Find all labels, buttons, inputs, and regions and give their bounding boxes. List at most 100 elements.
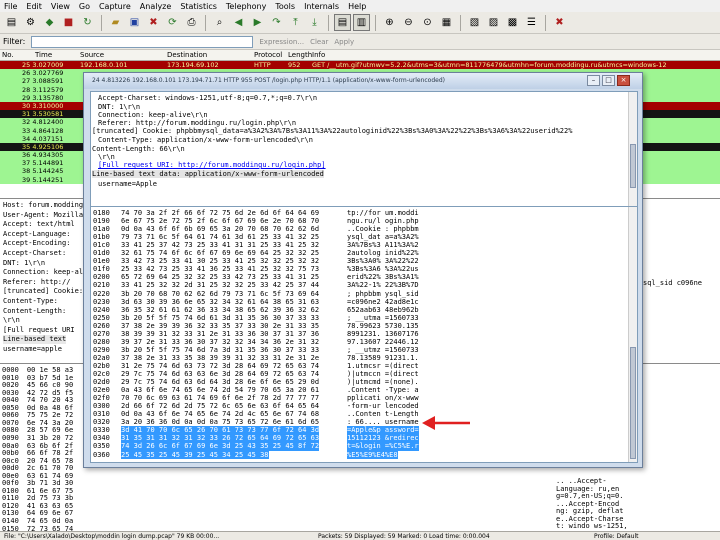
byte-hex[interactable]: 0a 43 6f 6e 74 65 6e 74 2d 54 79 70 65 3… [121, 386, 319, 394]
byte-hex[interactable]: 31 2e 75 74 6d 63 73 72 3d 28 64 69 72 6… [121, 362, 319, 370]
help-icon[interactable]: ✖ [551, 14, 568, 31]
tree-line[interactable]: [Full request URI: http://forum.moddingu… [98, 161, 326, 169]
detail-line[interactable]: Line-based text [3, 335, 67, 345]
tree-vertical-scrollbar[interactable] [628, 92, 637, 214]
byte-hex[interactable]: 79 73 71 6c 5f 64 61 74 61 3d 61 25 33 4… [121, 233, 319, 241]
detail-line[interactable]: username=apple [3, 345, 62, 354]
byte-ascii[interactable]: %E5%E9%E4%E8 [347, 450, 398, 459]
maximize-icon[interactable]: □ [602, 75, 615, 86]
byte-hex[interactable]: 32 61 75 74 6f 6c 6f 67 69 6e 69 64 25 3… [121, 249, 319, 257]
menu-item[interactable]: Tools [275, 2, 295, 11]
byte-hex[interactable]: 36 35 32 61 61 62 36 33 34 38 65 62 39 3… [121, 306, 319, 314]
close-file-icon[interactable]: ✖ [145, 14, 162, 31]
byte-hex[interactable]: 29 7c 75 74 6d 63 63 6e 3d 28 64 69 72 6… [121, 370, 319, 378]
tree-line[interactable]: username=Apple [98, 180, 157, 188]
byte-ascii[interactable]: ysql_dat a=a%3A2% [347, 233, 419, 241]
tree-line[interactable]: Line-based text data: application/x-www-… [92, 170, 324, 179]
byte-hex[interactable]: 6e 67 75 2e 72 75 2f 6c 6f 67 69 6e 2e 7… [121, 217, 319, 225]
byte-ascii[interactable]: -form-ur lencoded [347, 402, 419, 410]
scrollbar-thumb[interactable] [630, 347, 636, 459]
byte-ascii[interactable]: pplicati on/x-www [347, 394, 419, 402]
detail-line[interactable]: Content-Type: [3, 297, 58, 306]
byte-ascii[interactable]: 8991231. 13607176 [347, 330, 419, 338]
close-icon[interactable]: × [617, 75, 630, 86]
start-capture-icon[interactable]: ◆ [41, 14, 58, 31]
open-file-icon[interactable]: ▰ [107, 14, 124, 31]
menu-item[interactable]: View [51, 2, 70, 11]
apply-button[interactable]: Apply [334, 38, 354, 46]
zoom-normal-icon[interactable]: ⊙ [419, 14, 436, 31]
menu-item[interactable]: Edit [26, 2, 42, 11]
byte-ascii[interactable]: tp://for um.moddi [347, 209, 419, 217]
byte-ascii[interactable]: ; __utma =1560733 [347, 314, 419, 322]
byte-ascii[interactable]: .Content -Type: a [347, 386, 419, 394]
column-header[interactable]: No. [2, 51, 14, 59]
byte-ascii[interactable]: 3Bs%3A0% 3A%22%22 [347, 257, 419, 265]
scrollbar-thumb[interactable] [630, 144, 636, 188]
menu-item[interactable]: Telephony [226, 2, 266, 11]
detail-line[interactable]: Connection: keep-alive [3, 268, 96, 277]
byte-hex[interactable]: 33 41 25 37 42 73 25 33 41 31 31 25 33 4… [121, 241, 319, 249]
detail-line[interactable]: [Full request URI [3, 326, 75, 335]
go-to-packet-icon[interactable]: ↷ [268, 14, 285, 31]
resize-columns-icon[interactable]: ▦ [438, 14, 455, 31]
byte-hex[interactable]: 39 37 2e 31 33 36 30 37 32 32 34 34 36 2… [121, 338, 319, 346]
menu-item[interactable]: Help [348, 2, 366, 11]
byte-hex[interactable]: 3a 20 36 36 0d 0a 0d 0a 75 73 65 72 6e 6… [121, 418, 319, 426]
detail-line[interactable]: Referer: http:// [3, 278, 70, 287]
detail-line[interactable]: [truncated] Cookie: [3, 287, 83, 296]
byte-hex[interactable]: 70 70 6c 69 63 61 74 69 6f 6e 2f 78 2d 7… [121, 394, 319, 402]
last-packet-icon[interactable]: ⤓ [306, 14, 323, 31]
byte-ascii[interactable]: 97.13607 22446.12 [347, 338, 419, 346]
byte-ascii[interactable]: 3A%7Bs%3 A11%3A%2 [347, 241, 419, 249]
tree-line[interactable]: Content-Type: application/x-www-form-url… [98, 136, 313, 144]
byte-hex[interactable]: 74 70 3a 2f 2f 66 6f 72 75 6d 2e 6d 6f 6… [121, 209, 319, 217]
byte-ascii[interactable]: ; phpbbm ysql_sid [347, 290, 419, 298]
byte-hex[interactable]: 3b 20 5f 5f 75 74 6d 61 3d 31 35 36 30 3… [121, 314, 319, 322]
filter-input[interactable] [31, 35, 254, 48]
byte-hex[interactable]: 33 42 73 25 33 41 30 25 33 41 25 32 32 2… [121, 257, 319, 265]
clear-button[interactable]: Clear [310, 38, 328, 46]
capture-options-icon[interactable]: ⚙ [22, 14, 39, 31]
byte-hex[interactable]: 29 7c 75 74 6d 63 6d 64 3d 28 6e 6f 6e 6… [121, 378, 319, 386]
byte-ascii[interactable]: =Apple&p assword= [347, 426, 419, 435]
byte-ascii[interactable]: t=&login =%C5%E.r [347, 442, 419, 451]
packet-row[interactable]: 25 3.027009 192.168.0.101 173.194.69.102 HT… [0, 61, 720, 70]
column-header[interactable]: Destination [167, 51, 207, 59]
display-filters-icon[interactable]: ▨ [485, 14, 502, 31]
detail-line[interactable]: Accept-Encoding: [3, 239, 70, 248]
menu-item[interactable]: File [4, 2, 17, 11]
bytes-vertical-scrollbar[interactable] [628, 207, 637, 462]
detail-line[interactable]: DNT: 1\r\n [3, 259, 45, 268]
first-packet-icon[interactable]: ⤒ [287, 14, 304, 31]
byte-ascii[interactable]: ; __utmz =1560733 [347, 346, 419, 354]
byte-ascii[interactable]: ..Cookie : phpbbm [347, 225, 419, 233]
byte-ascii[interactable]: 3A%22-1% 22%3B%7D [347, 281, 419, 289]
detail-line[interactable]: Accept-Charset: [3, 249, 66, 258]
menu-item[interactable]: Go [79, 2, 90, 11]
detail-line[interactable]: \r\n [3, 316, 20, 325]
byte-ascii[interactable]: erid%22% 3Bs%3A1% [347, 273, 419, 281]
status-profile[interactable]: Profile: Default [594, 532, 639, 540]
preferences-icon[interactable]: ☰ [523, 14, 540, 31]
go-forward-icon[interactable]: ▶ [249, 14, 266, 31]
byte-hex[interactable]: 2d 66 6f 72 6d 2d 75 72 6c 65 6e 63 6f 6… [121, 402, 319, 410]
tree-line[interactable]: Accept-Charset: windows-1251,utf-8;q=0.7… [98, 94, 317, 102]
byte-hex[interactable]: 3b 20 70 68 70 62 62 6d 79 73 71 6c 5f 7… [121, 290, 319, 298]
restart-capture-icon[interactable]: ↻ [79, 14, 96, 31]
column-header[interactable]: Time [35, 51, 52, 59]
column-header[interactable]: Protocol [254, 51, 282, 59]
byte-ascii[interactable]: ngu.ru/l ogin.php [347, 217, 419, 225]
find-packet-icon[interactable]: ⌕ [211, 14, 228, 31]
detail-line[interactable]: Accept: text/html [3, 220, 75, 229]
reload-icon[interactable]: ⟳ [164, 14, 181, 31]
auto-scroll-icon[interactable]: ▥ [353, 14, 370, 31]
byte-hex[interactable]: 0d 0a 43 6f 6f 6b 69 65 3a 20 70 68 70 6… [121, 225, 319, 233]
byte-hex[interactable]: 3d 41 70 70 6c 65 26 70 61 73 73 77 6f 7… [121, 426, 320, 435]
menu-item[interactable]: Analyze [140, 2, 172, 11]
zoom-in-icon[interactable]: ⊕ [381, 14, 398, 31]
byte-hex[interactable]: 0d 0a 43 6f 6e 74 65 6e 74 2d 4c 65 6e 6… [121, 410, 319, 418]
expression-button[interactable]: Expression... [259, 38, 304, 46]
byte-ascii[interactable]: )|utmccn =(direct [347, 370, 419, 378]
byte-hex[interactable]: 3d 63 30 39 36 6e 65 32 34 32 61 64 38 6… [121, 298, 319, 306]
